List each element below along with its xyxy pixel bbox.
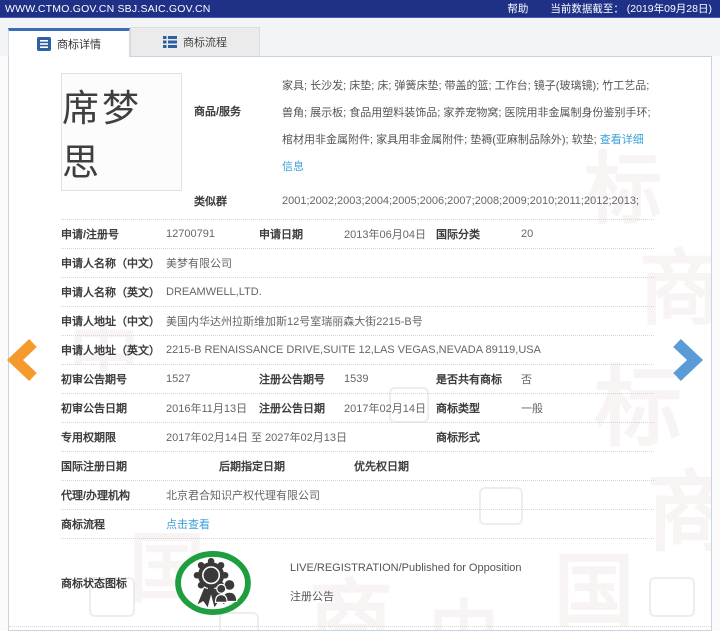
- disclaimer-text: 仅供参考，不具有法律效力: [9, 626, 711, 631]
- process-label: 商标流程: [61, 516, 166, 532]
- table-row-exclusive-period: 专用权期限 2017年02月14日 至 2027年02月13日 商标形式: [61, 422, 654, 451]
- applicant-en-label: 申请人名称（英文）: [61, 284, 166, 300]
- table-row-address-en: 申请人地址（英文） 2215-B RENAISSANCE DRIVE,SUITE…: [61, 335, 654, 364]
- status-cn-text: 注册公告: [290, 588, 522, 604]
- tab-label: 商标详情: [57, 36, 101, 52]
- status-badge-icon: [174, 551, 252, 615]
- table-row-gazette-numbers: 初审公告期号 1527 注册公告期号 1539 是否共有商标 否: [61, 364, 654, 393]
- intl-reg-date-label: 国际注册日期: [61, 458, 219, 474]
- app-date-value: 2013年06月04日: [344, 226, 436, 242]
- table-row-process: 商标流程 点击查看: [61, 509, 654, 538]
- trademark-name: 席梦思: [62, 78, 181, 186]
- address-en-label: 申请人地址（英文）: [61, 342, 166, 358]
- address-cn-value: 美国内华达州拉斯维加斯12号室瑞丽森大街2215-B号: [166, 313, 654, 329]
- intl-class-label: 国际分类: [436, 226, 521, 242]
- table-row-applicant-cn: 申请人名称（中文） 美梦有限公司: [61, 248, 654, 277]
- status-icon-label: 商标状态图标: [61, 575, 166, 591]
- help-link[interactable]: 帮助: [507, 1, 528, 16]
- trademark-image: 席梦思: [61, 73, 182, 191]
- agency-label: 代理/办理机构: [61, 487, 166, 503]
- process-list-icon: [163, 35, 177, 49]
- applicant-cn-label: 申请人名称（中文）: [61, 255, 166, 271]
- similar-group-row: 类似群 2001;2002;2003;2004;2005;2006;2007;2…: [194, 193, 654, 209]
- address-en-value: 2215-B RENAISSANCE DRIVE,SUITE 12,LAS VE…: [166, 344, 654, 356]
- previous-record-arrow[interactable]: [6, 338, 40, 382]
- tab-trademark-detail[interactable]: 商标详情: [8, 28, 130, 57]
- tm-type-label: 商标类型: [436, 400, 521, 416]
- reg-date-label: 注册公告日期: [259, 400, 344, 416]
- next-record-arrow[interactable]: [670, 338, 704, 382]
- table-row-address-cn: 申请人地址（中文） 美国内华达州拉斯维加斯12号室瑞丽森大街2215-B号: [61, 306, 654, 335]
- trademark-summary-section: 席梦思 商品/服务 家具; 长沙发; 床垫; 床; 弹簧床垫; 带盖的篮; 工作…: [9, 57, 711, 219]
- tab-label: 商标流程: [183, 34, 227, 50]
- first-trial-no-label: 初审公告期号: [61, 371, 166, 387]
- reg-no-value: 1539: [344, 373, 436, 385]
- app-no-value: 12700791: [166, 228, 259, 240]
- shared-value: 否: [521, 371, 654, 387]
- reg-no-label: 注册公告期号: [259, 371, 344, 387]
- similar-group-value: 2001;2002;2003;2004;2005;2006;2007;2008;…: [282, 195, 639, 207]
- first-trial-date-label: 初审公告日期: [61, 400, 166, 416]
- first-trial-no-value: 1527: [166, 373, 259, 385]
- goods-services-label: 商品/服务: [194, 73, 282, 181]
- later-designation-date-label: 后期指定日期: [219, 458, 354, 474]
- goods-services-row: 商品/服务 家具; 长沙发; 床垫; 床; 弹簧床垫; 带盖的篮; 工作台; 镜…: [194, 73, 654, 181]
- goods-services-text: 家具; 长沙发; 床垫; 床; 弹簧床垫; 带盖的篮; 工作台; 镜子(玻璃镜)…: [282, 80, 651, 146]
- app-date-label: 申请日期: [259, 226, 344, 242]
- app-no-label: 申请/注册号: [61, 226, 166, 242]
- intl-class-value: 20: [521, 228, 654, 240]
- site-urls: WWW.CTMO.GOV.CN SBJ.SAIC.GOV.CN: [5, 3, 211, 15]
- detail-list-icon: [37, 37, 51, 51]
- tm-form-label: 商标形式: [436, 429, 521, 445]
- table-row-status: 商标状态图标: [61, 538, 654, 626]
- table-row-applicant-en: 申请人名称（英文） DREAMWELL,LTD.: [61, 277, 654, 306]
- data-cutoff-text: 当前数据截至： (2019年09月28日): [550, 1, 712, 16]
- priority-date-label: 优先权日期: [354, 458, 654, 474]
- trademark-detail-panel: 标商标商国商中国中 席梦思 商品/服务 家具; 长沙发; 床垫; 床; 弹簧床垫…: [8, 56, 712, 631]
- first-trial-date-value: 2016年11月13日: [166, 400, 259, 416]
- applicant-cn-value: 美梦有限公司: [166, 255, 654, 271]
- status-live-text: LIVE/REGISTRATION/Published for Oppositi…: [290, 562, 522, 574]
- exclusive-period-label: 专用权期限: [61, 429, 166, 445]
- click-to-view-link[interactable]: 点击查看: [166, 516, 210, 532]
- table-row-application: 申请/注册号 12700791 申请日期 2013年06月04日 国际分类 20: [61, 219, 654, 248]
- tm-type-value: 一般: [521, 400, 654, 416]
- similar-group-label: 类似群: [194, 193, 282, 209]
- table-row-intl-dates: 国际注册日期 后期指定日期 优先权日期: [61, 451, 654, 480]
- top-bar: WWW.CTMO.GOV.CN SBJ.SAIC.GOV.CN 帮助 当前数据截…: [0, 0, 720, 18]
- detail-rows: 申请/注册号 12700791 申请日期 2013年06月04日 国际分类 20…: [61, 219, 654, 626]
- table-row-gazette-dates: 初审公告日期 2016年11月13日 注册公告日期 2017年02月14日 商标…: [61, 393, 654, 422]
- goods-services-value: 家具; 长沙发; 床垫; 床; 弹簧床垫; 带盖的篮; 工作台; 镜子(玻璃镜)…: [282, 73, 654, 181]
- table-row-agency: 代理/办理机构 北京君合知识产权代理有限公司: [61, 480, 654, 509]
- tab-strip: 商标详情 商标流程: [0, 18, 720, 56]
- tab-trademark-process[interactable]: 商标流程: [130, 27, 260, 56]
- shared-label: 是否共有商标: [436, 371, 521, 387]
- applicant-en-value: DREAMWELL,LTD.: [166, 286, 654, 298]
- agency-value: 北京君合知识产权代理有限公司: [166, 487, 654, 503]
- exclusive-period-value: 2017年02月14日 至 2027年02月13日: [166, 429, 436, 445]
- address-cn-label: 申请人地址（中文）: [61, 313, 166, 329]
- reg-date-value: 2017年02月14日: [344, 400, 436, 416]
